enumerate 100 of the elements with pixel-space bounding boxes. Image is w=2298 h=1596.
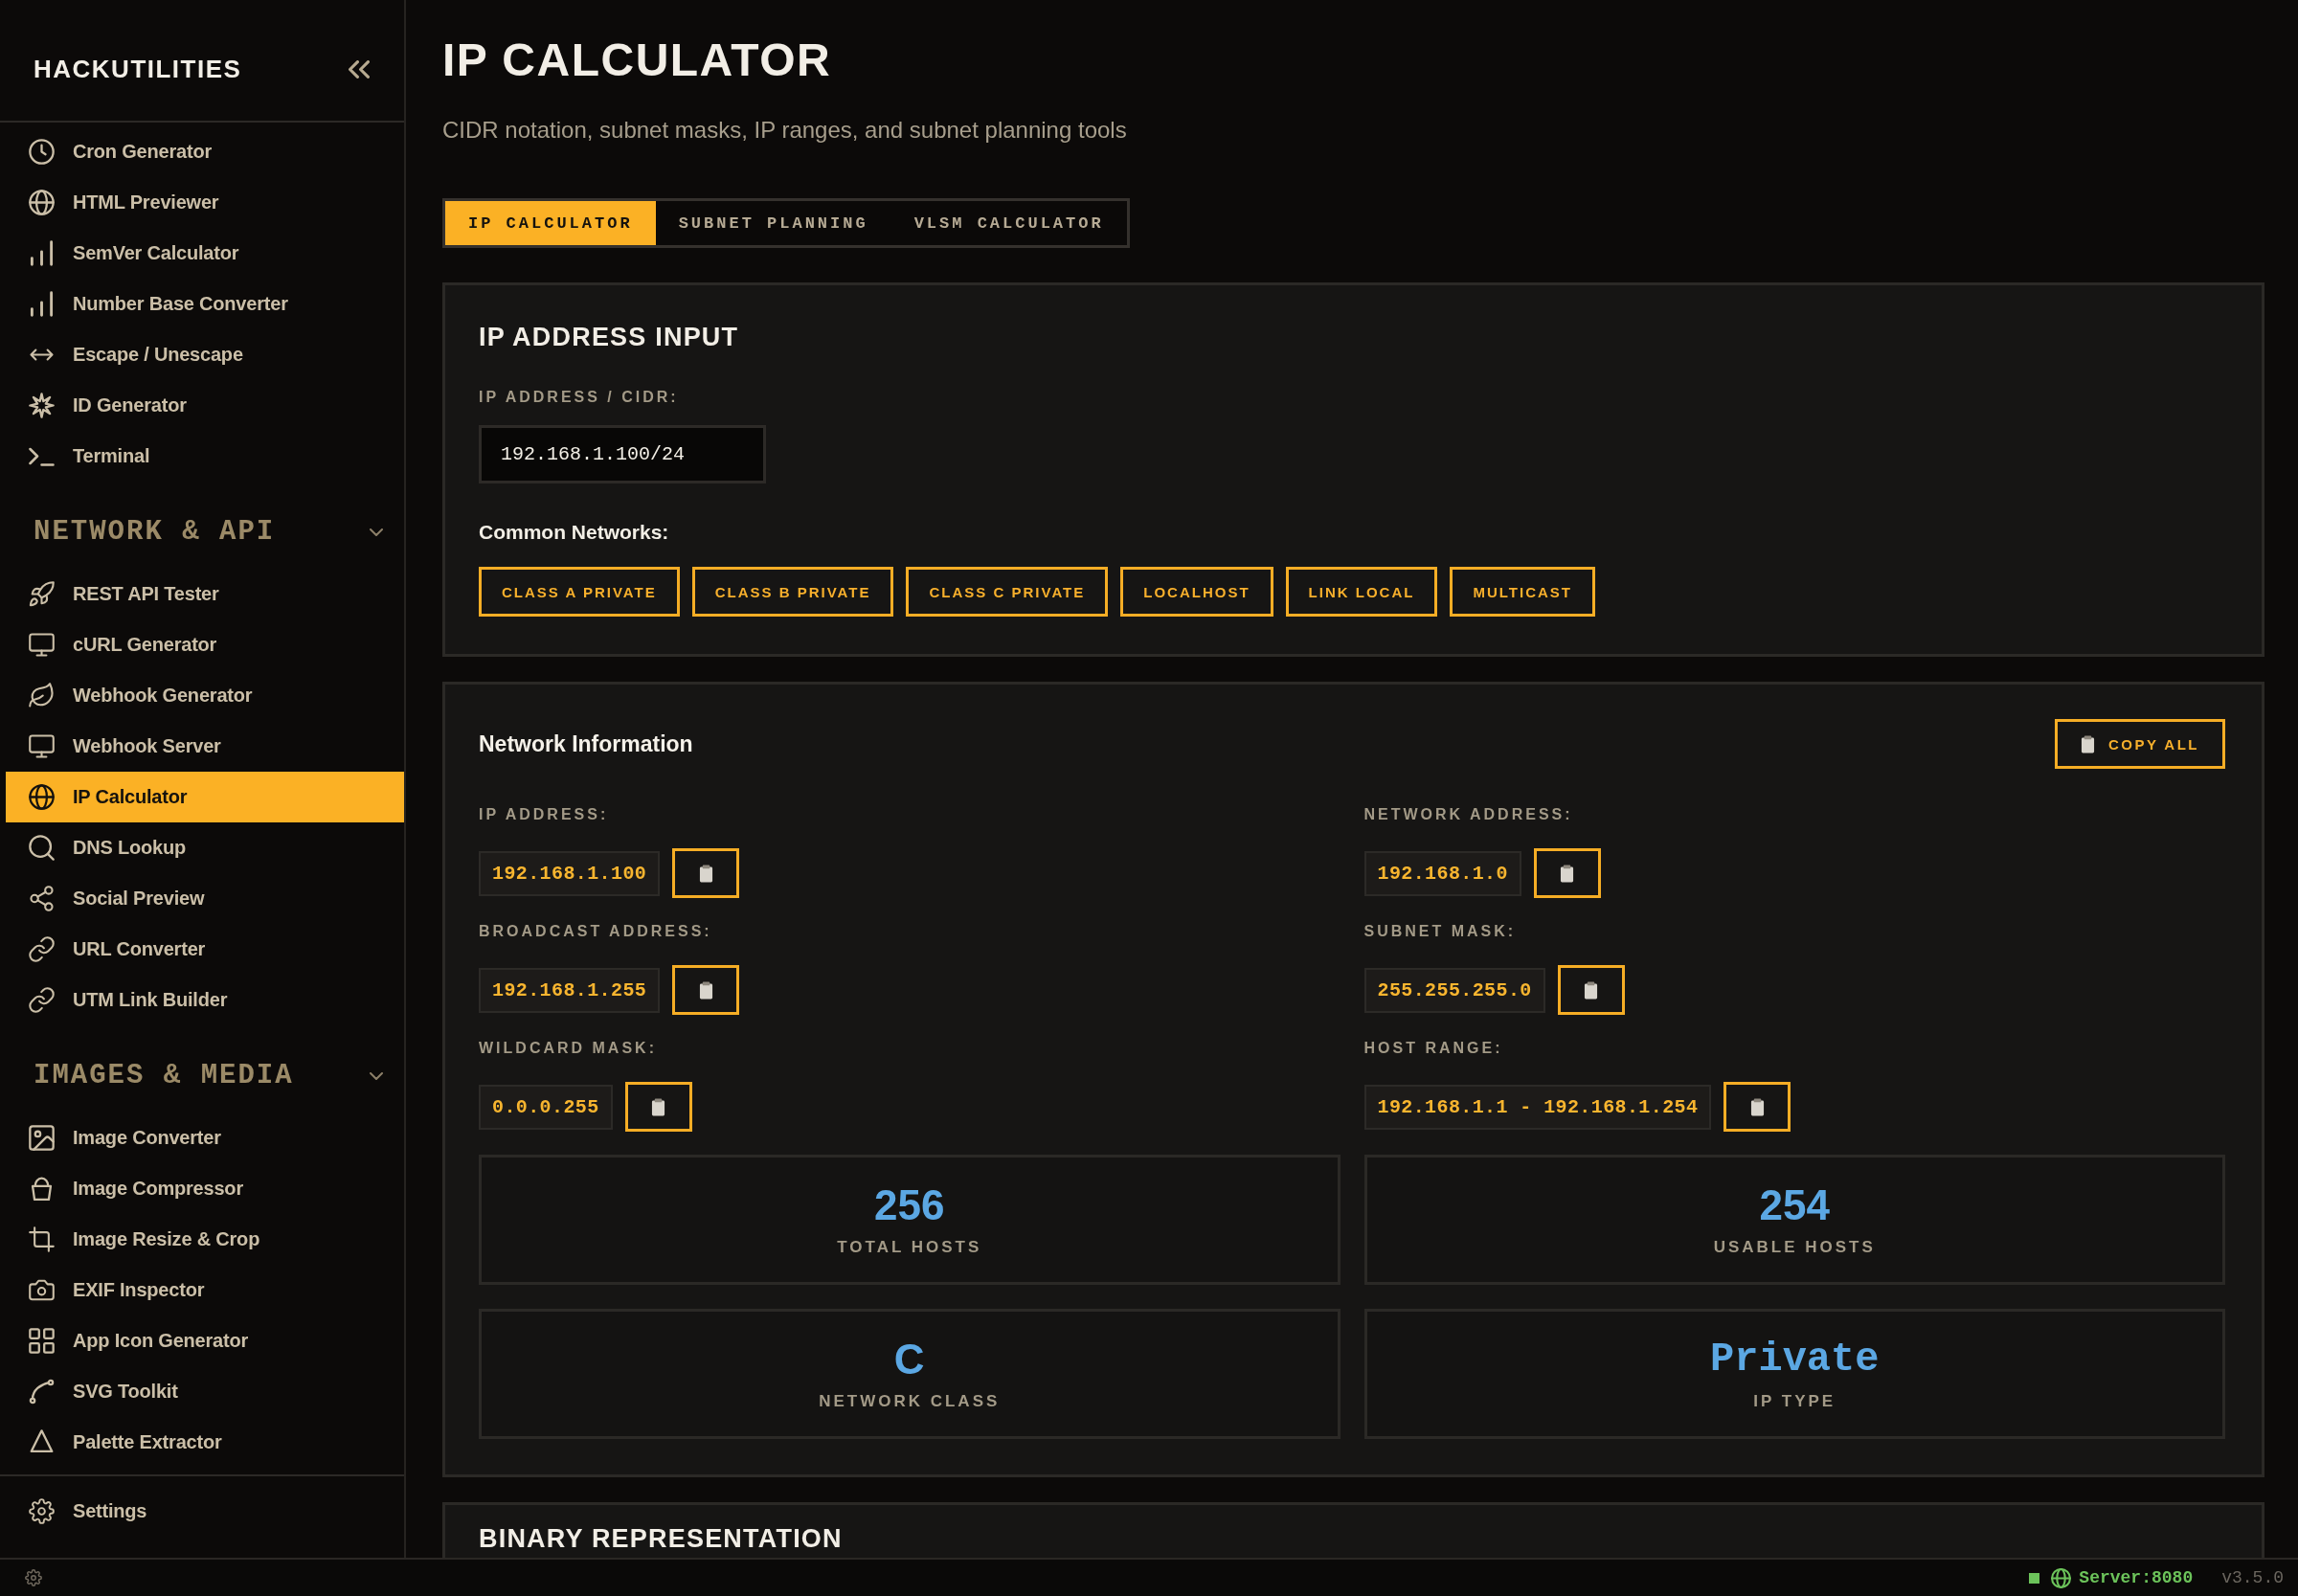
copy-button[interactable] (624, 1082, 692, 1132)
tab[interactable]: VLSM CALCULATOR (890, 201, 1127, 245)
value-readout: 0.0.0.255 (479, 1084, 613, 1130)
sparkle-icon (29, 393, 55, 418)
value-readout: 192.168.1.1 - 192.168.1.254 (1363, 1084, 1712, 1130)
globe-icon (29, 784, 55, 810)
sidebar-item[interactable]: DNS Lookup (6, 822, 404, 873)
tab[interactable]: SUBNET PLANNING (655, 201, 891, 245)
tab[interactable]: IP CALCULATOR (445, 201, 656, 245)
sidebar-item[interactable]: Cron Generator (6, 126, 404, 177)
gear-icon (29, 1498, 55, 1524)
presets-label: Common Networks: (479, 520, 670, 545)
sidebar-item[interactable]: Palette Extractor (6, 1417, 404, 1468)
sidebar-item[interactable]: SemVer Calculator (6, 228, 404, 279)
double-chevron-left-icon[interactable] (349, 59, 370, 79)
preset-button[interactable]: LINK LOCAL (1285, 567, 1438, 617)
page-subtitle: CIDR notation, subnet masks, IP ranges, and subnet planning tools (442, 116, 1128, 145)
version-label: v3.5.0 (2221, 1568, 2284, 1587)
search-icon (29, 835, 55, 861)
stat-label: NETWORK CLASS (819, 1391, 1001, 1412)
stat-value: 254 (1759, 1181, 1830, 1229)
share-icon (29, 886, 55, 911)
stat-label: IP TYPE (1753, 1391, 1836, 1412)
stat-label: USABLE HOSTS (1713, 1237, 1876, 1258)
gear-icon[interactable] (25, 1569, 42, 1586)
settings-item[interactable]: Settings (6, 1486, 404, 1537)
clock-icon (29, 139, 55, 165)
sidebar-item[interactable]: Webhook Generator (6, 670, 404, 721)
value-readout: 192.168.1.0 (1363, 850, 1521, 896)
stat-value: Private (1710, 1336, 1880, 1383)
section-header[interactable]: NETWORK & API (0, 515, 404, 550)
sidebar-item[interactable]: HTML Previewer (6, 177, 404, 228)
panel-heading: IP ADDRESS INPUT (479, 322, 740, 353)
sidebar-item[interactable]: Terminal (6, 431, 404, 482)
stat-value: C (893, 1336, 925, 1383)
value-readout: 192.168.1.255 (479, 967, 661, 1013)
sidebar-item[interactable]: Webhook Server (6, 721, 404, 772)
field-label: SUBNET MASK: (1363, 922, 1518, 941)
sidebar-item[interactable]: Image Compressor (6, 1163, 404, 1214)
bar-chart-icon (29, 240, 55, 266)
copy-button[interactable] (1724, 1082, 1791, 1132)
link-icon (29, 936, 55, 962)
sidebar-item[interactable]: Image Resize & Crop (6, 1214, 404, 1265)
sidebar-item[interactable]: Escape / Unescape (6, 329, 404, 380)
sidebar-item[interactable]: App Icon Generator (6, 1315, 404, 1366)
camera-icon (29, 1277, 55, 1303)
sidebar-item[interactable]: URL Converter (6, 924, 404, 975)
clipboard-icon (651, 1097, 666, 1116)
ip-address-field[interactable]: 192.168.1.100/24 (479, 425, 766, 483)
monitor-icon (29, 733, 55, 759)
leaf-icon (29, 683, 55, 708)
copy-button[interactable] (1533, 848, 1601, 898)
sidebar-item[interactable]: IP Calculator (6, 772, 404, 822)
monitor-icon (29, 632, 55, 658)
sidebar-item[interactable]: Social Preview (6, 873, 404, 924)
field-label: IP ADDRESS / CIDR: (479, 388, 680, 407)
sidebar-item[interactable]: cURL Generator (6, 619, 404, 670)
app-title: HACKUTILITIES (34, 54, 242, 84)
rocket-icon (29, 581, 55, 607)
copy-button[interactable] (672, 848, 740, 898)
bar-chart-icon (29, 291, 55, 317)
copy-all-button[interactable]: COPY ALL (2055, 719, 2225, 769)
field-label: NETWORK ADDRESS: (1363, 805, 1574, 824)
clipboard-icon (698, 864, 713, 883)
field-label: HOST RANGE: (1363, 1039, 1504, 1058)
sidebar-item[interactable]: ID Generator (6, 380, 404, 431)
link-icon (29, 987, 55, 1013)
preset-button[interactable]: CLASS B PRIVATE (691, 567, 894, 617)
grid-icon (29, 1328, 55, 1354)
clipboard-icon (698, 980, 713, 1000)
clipboard-icon (2081, 734, 2095, 753)
copy-button[interactable] (672, 965, 740, 1015)
preset-button[interactable]: MULTICAST (1450, 567, 1595, 617)
panel-heading: Network Information (479, 731, 693, 758)
sidebar-item[interactable]: Number Base Converter (6, 279, 404, 329)
crop-icon (29, 1226, 55, 1252)
clipboard-icon (1749, 1097, 1765, 1116)
copy-button[interactable] (1557, 965, 1625, 1015)
clipboard-icon (1560, 864, 1575, 883)
stat-label: TOTAL HOSTS (837, 1237, 982, 1258)
preset-button[interactable]: CLASS A PRIVATE (479, 567, 680, 617)
stat-value: 256 (874, 1181, 945, 1229)
globe-icon (2051, 1567, 2072, 1588)
image-icon (29, 1125, 55, 1151)
preset-button[interactable]: CLASS C PRIVATE (906, 567, 1109, 617)
panel-heading: BINARY REPRESENTATION (479, 1524, 844, 1553)
clipboard-icon (1584, 980, 1599, 1000)
sidebar-item[interactable]: Image Converter (6, 1113, 404, 1163)
sidebar-item[interactable]: REST API Tester (6, 569, 404, 619)
section-header[interactable]: IMAGES & MEDIA (0, 1059, 404, 1093)
sidebar-item[interactable]: SVG Toolkit (6, 1366, 404, 1417)
value-readout: 192.168.1.100 (479, 850, 661, 896)
bucket-icon (29, 1176, 55, 1202)
field-label: WILDCARD MASK: (479, 1039, 658, 1058)
server-label: Server:8080 (2079, 1568, 2194, 1587)
field-label: IP ADDRESS: (479, 805, 610, 824)
sidebar-item[interactable]: EXIF Inspector (6, 1265, 404, 1315)
sidebar-item[interactable]: UTM Link Builder (6, 975, 404, 1025)
curve-icon (29, 1379, 55, 1405)
preset-button[interactable]: LOCALHOST (1120, 567, 1273, 617)
